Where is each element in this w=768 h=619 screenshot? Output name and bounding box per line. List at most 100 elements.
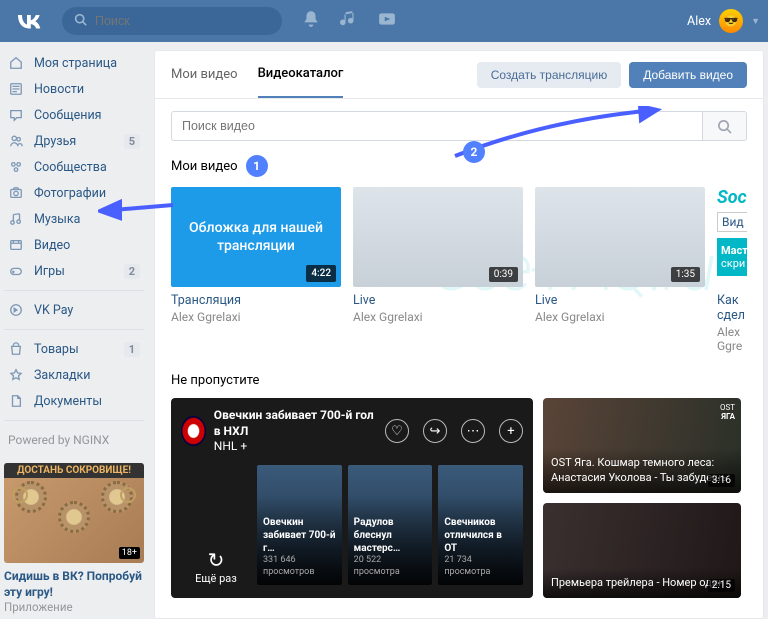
sidebar-item-messages[interactable]: Сообщения	[4, 102, 144, 128]
sidebar-item-music[interactable]: Музыка	[4, 206, 144, 232]
video-duration: 1:35	[671, 267, 700, 282]
sidebar-promo[interactable]: ДОСТАНЬ СОКРОВИЩЕ! 18+ Сидишь в ВК? Попр…	[4, 463, 144, 614]
video-search-row	[171, 111, 747, 141]
news-icon	[8, 81, 24, 97]
sidebar-item-news[interactable]: Новости	[4, 76, 144, 102]
video-thumb: 0:39	[353, 187, 523, 287]
sidebar-item-photos[interactable]: Фотографии	[4, 180, 144, 206]
sidebar-item-games[interactable]: Игры2	[4, 258, 144, 284]
video-card-partial[interactable]: Soc Вид Мастескри Как сдел Alex Ggre	[717, 187, 747, 353]
video-author: Alex Ggre	[717, 325, 747, 353]
separator	[4, 420, 144, 421]
featured-clip[interactable]: Свечников отличился в ОТ21 734 просмотра	[438, 465, 523, 585]
video-thumb: 1:35	[535, 187, 705, 287]
header-user[interactable]: Alex 😎 ▼	[687, 9, 760, 33]
share-icon[interactable]: ↪	[423, 419, 447, 443]
friends-badge: 5	[124, 134, 140, 149]
search-icon	[74, 13, 87, 30]
my-videos-row: Обложка для нашей трансляции4:22 Трансля…	[171, 187, 747, 353]
side-video-card[interactable]: OSTЯГА OST Яга. Кошмар темного леса: Ана…	[543, 398, 741, 493]
video-author: Alex Ggrelaxi	[353, 310, 523, 324]
goods-badge: 1	[124, 342, 140, 357]
video-duration: 3:16	[708, 474, 735, 487]
age-badge: 18+	[119, 547, 140, 559]
avatar: 😎	[719, 9, 743, 33]
vk-logo[interactable]	[16, 7, 42, 35]
friends-icon	[8, 133, 24, 149]
separator	[4, 290, 144, 291]
side-video-card[interactable]: Премьера трейлера - Номер один 2:15	[543, 503, 741, 598]
username: Alex	[687, 14, 711, 29]
tab-catalog[interactable]: Видеокаталог	[258, 51, 344, 98]
sidebar-item-my-page[interactable]: Моя страница	[4, 50, 144, 76]
sidebar-item-bookmarks[interactable]: Закладки	[4, 362, 144, 388]
promo-title: Сидишь в ВК? Попробуй эту игру!	[4, 569, 144, 600]
video-thumb: Soc Вид Мастескри	[717, 187, 747, 287]
tab-my-videos[interactable]: Мои видео	[171, 52, 238, 97]
messages-icon	[8, 107, 24, 123]
video-duration: 0:39	[489, 267, 518, 282]
nhl-logo-icon	[181, 416, 206, 446]
replay-button[interactable]: ↻Ещё раз	[181, 548, 251, 585]
home-icon	[8, 55, 24, 71]
video-card[interactable]: 1:35 Live Alex Ggrelaxi	[535, 187, 705, 353]
vkpay-icon	[8, 302, 24, 318]
featured-side: OSTЯГА OST Яга. Кошмар темного леса: Ана…	[543, 398, 741, 598]
video-duration: 2:15	[708, 579, 735, 592]
games-icon	[8, 263, 24, 279]
powered-by: Powered by NGINX	[4, 427, 144, 453]
sidebar-item-friends[interactable]: Друзья5	[4, 128, 144, 154]
video-title: Live	[353, 293, 523, 308]
video-author: Alex Ggrelaxi	[535, 310, 705, 324]
video-icon[interactable]	[378, 10, 396, 32]
music-nav-icon	[8, 211, 24, 227]
video-search-button[interactable]	[703, 111, 747, 141]
video-title: Трансляция	[171, 293, 341, 308]
featured-main-card[interactable]: Овечкин забивает 700-й гол в НХЛNHL + ♡ …	[171, 398, 533, 598]
music-icon[interactable]	[340, 10, 358, 32]
sidebar-item-video[interactable]: Видео	[4, 232, 144, 258]
create-stream-button[interactable]: Создать трансляцию	[477, 62, 621, 88]
communities-icon	[8, 159, 24, 175]
bag-icon	[8, 341, 24, 357]
featured-header: Овечкин забивает 700-й гол в НХЛNHL + ♡ …	[171, 398, 533, 465]
header-search[interactable]	[62, 7, 282, 35]
header-icons	[302, 10, 396, 32]
featured-clip[interactable]: Овечкин забивает 700-й г…331 646 просмот…	[257, 465, 342, 585]
video-title: Live	[535, 293, 705, 308]
section-my-videos: Мои видео 1	[171, 155, 747, 177]
video-thumb: Обложка для нашей трансляции4:22	[171, 187, 341, 287]
chevron-down-icon: ▼	[751, 16, 760, 27]
doc-icon	[8, 393, 24, 409]
featured-row: Овечкин забивает 700-й гол в НХЛNHL + ♡ …	[171, 398, 747, 598]
games-badge: 2	[124, 264, 140, 279]
video-card[interactable]: 0:39 Live Alex Ggrelaxi	[353, 187, 523, 353]
separator	[4, 329, 144, 330]
promo-banner: ДОСТАНЬ СОКРОВИЩЕ!	[4, 463, 144, 478]
like-icon[interactable]: ♡	[385, 419, 409, 443]
sidebar-item-documents[interactable]: Документы	[4, 388, 144, 414]
bell-icon[interactable]	[302, 10, 320, 32]
more-icon[interactable]: ⋯	[461, 419, 485, 443]
sidebar-item-vkpay[interactable]: VK Pay	[4, 297, 144, 323]
sidebar-item-communities[interactable]: Сообщества	[4, 154, 144, 180]
video-nav-icon	[8, 237, 24, 253]
annotation-2: 2	[463, 141, 485, 163]
star-icon	[8, 367, 24, 383]
annotation-1: 1	[246, 155, 268, 177]
video-author: Alex Ggrelaxi	[171, 310, 341, 324]
featured-clip[interactable]: Радулов блеснул мастерс…20 522 просмотра	[348, 465, 433, 585]
section-dont-miss: Не пропустите	[171, 373, 747, 388]
video-card[interactable]: Обложка для нашей трансляции4:22 Трансля…	[171, 187, 341, 353]
add-video-button[interactable]: Добавить видео	[629, 62, 747, 88]
camera-icon	[8, 185, 24, 201]
video-search-input[interactable]	[171, 111, 703, 141]
header: Alex 😎 ▼	[0, 0, 768, 42]
sidebar-item-goods[interactable]: Товары1	[4, 336, 144, 362]
video-title: Как сдел	[717, 293, 747, 323]
header-search-input[interactable]	[95, 14, 270, 28]
promo-image: ДОСТАНЬ СОКРОВИЩЕ! 18+	[4, 463, 144, 563]
add-icon[interactable]: +	[499, 419, 523, 443]
video-duration: 4:22	[306, 265, 336, 282]
promo-subtitle: Приложение	[4, 600, 144, 614]
